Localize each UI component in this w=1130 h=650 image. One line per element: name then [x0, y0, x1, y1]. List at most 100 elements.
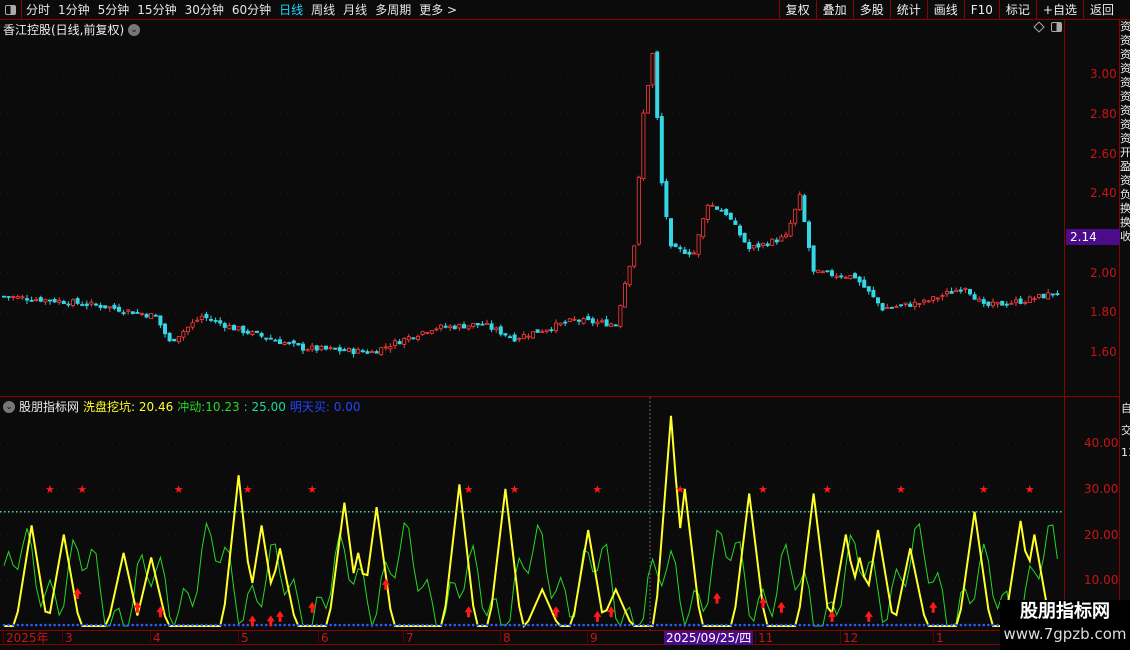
candle-body [728, 212, 733, 220]
indicator-side-strip[interactable]: 自交1111111111 [1121, 398, 1130, 628]
candle-body [268, 337, 273, 340]
baseline-dot [826, 623, 829, 627]
candle-body [360, 350, 365, 353]
baseline-dot [62, 623, 66, 627]
candle-body [282, 342, 287, 345]
candle-body [549, 329, 554, 332]
xp-label: 洗盘挖坑: [83, 400, 136, 414]
baseline-dot [366, 623, 369, 627]
candle-body [392, 340, 397, 347]
candle-body [144, 313, 149, 318]
baseline-dot [632, 623, 636, 627]
baseline-dot [214, 623, 217, 627]
baseline-dot [563, 623, 567, 627]
baseline-dot [738, 623, 742, 627]
baseline-dot [44, 623, 47, 627]
candle-body [241, 325, 246, 334]
baseline-dot [274, 623, 277, 627]
month-label: 8 [500, 631, 511, 645]
candle-body [885, 307, 890, 309]
baseline-dot [467, 623, 470, 627]
candle-body [590, 318, 595, 324]
candle-body [2, 295, 7, 298]
candle-body [889, 307, 894, 309]
side-info-strip[interactable]: 资资资资资资资资资开盈资负换换收 [1120, 20, 1130, 395]
candle-body [899, 304, 904, 307]
candle-body [701, 218, 706, 238]
baseline-dot [651, 623, 654, 627]
candle-body [784, 234, 789, 238]
baseline-dot [913, 623, 917, 627]
baseline-dot [80, 623, 84, 627]
candle-body [595, 321, 600, 325]
candle-body [231, 325, 236, 331]
candle-body [834, 275, 839, 278]
baseline-dot [172, 623, 176, 627]
baseline-dot [310, 623, 314, 627]
baseline-dot [94, 623, 98, 627]
baseline-dot [108, 623, 112, 627]
baseline-dot [444, 623, 447, 627]
candle-body [305, 349, 310, 352]
candle-body [742, 232, 747, 243]
baseline-dot [527, 623, 530, 627]
star-marker: ★ [979, 483, 989, 496]
chart-canvas[interactable]: ★ ★ ★ ★ ★ ★ ★ ★ ★ ★ ★ ★ ★ ★ [0, 0, 1064, 630]
baseline-dot [306, 623, 309, 627]
candle-body [227, 325, 232, 330]
buy-arrow-icon [464, 606, 473, 618]
candle-body [816, 269, 821, 273]
candle-body [540, 331, 545, 333]
candle-body [351, 348, 356, 355]
baseline-dot [568, 623, 572, 627]
baseline-dot [195, 623, 199, 627]
candle-body [181, 330, 186, 338]
baseline-dot [665, 623, 668, 627]
candle-body [572, 318, 577, 321]
baseline-dot [545, 623, 549, 627]
chevron-down-icon[interactable]: ⌄ [3, 400, 15, 413]
baseline-dot [890, 623, 894, 627]
candle-body [130, 311, 135, 315]
candle-body [218, 320, 223, 324]
candle-body [876, 297, 881, 304]
candle-body [434, 328, 439, 331]
baseline-dot [407, 623, 411, 627]
buy-arrow-icon [864, 610, 873, 622]
candle-body [254, 330, 259, 333]
month-label: 1 [933, 631, 944, 645]
candle-body [908, 303, 913, 307]
buy-arrow-icon [381, 578, 390, 590]
indicator-tick-label: 10.00 [1084, 573, 1119, 588]
candle-body [507, 336, 512, 339]
candle-body [623, 283, 628, 308]
candle-body [963, 287, 968, 290]
candle-body [636, 176, 641, 245]
baseline-dot [844, 623, 848, 627]
baseline-dot [780, 623, 783, 627]
candle-body [480, 323, 485, 326]
baseline-dot [559, 623, 562, 627]
candle-body [719, 209, 724, 212]
baseline-dot [862, 623, 866, 627]
candle-body [710, 204, 715, 207]
baseline-dot [596, 623, 599, 627]
baseline-dot [228, 623, 231, 627]
baseline-dot [600, 623, 604, 627]
toolbar-button[interactable]: 返回 [1082, 0, 1120, 20]
month-label: 4 [150, 631, 161, 645]
candle-body [682, 249, 687, 254]
baseline-dot [628, 623, 631, 627]
candle-body [126, 309, 131, 312]
candle-body [715, 206, 720, 210]
baseline-dot [697, 623, 700, 627]
candle-body [397, 341, 402, 345]
washout-line [4, 415, 1058, 629]
candle-body [811, 245, 816, 272]
baseline-dot [402, 623, 406, 627]
candle-body [940, 295, 945, 298]
buy-arrow-icon [276, 610, 284, 622]
baseline-dot [421, 623, 424, 627]
candle-body [977, 298, 982, 302]
xp-value: 20.46 [138, 400, 174, 414]
